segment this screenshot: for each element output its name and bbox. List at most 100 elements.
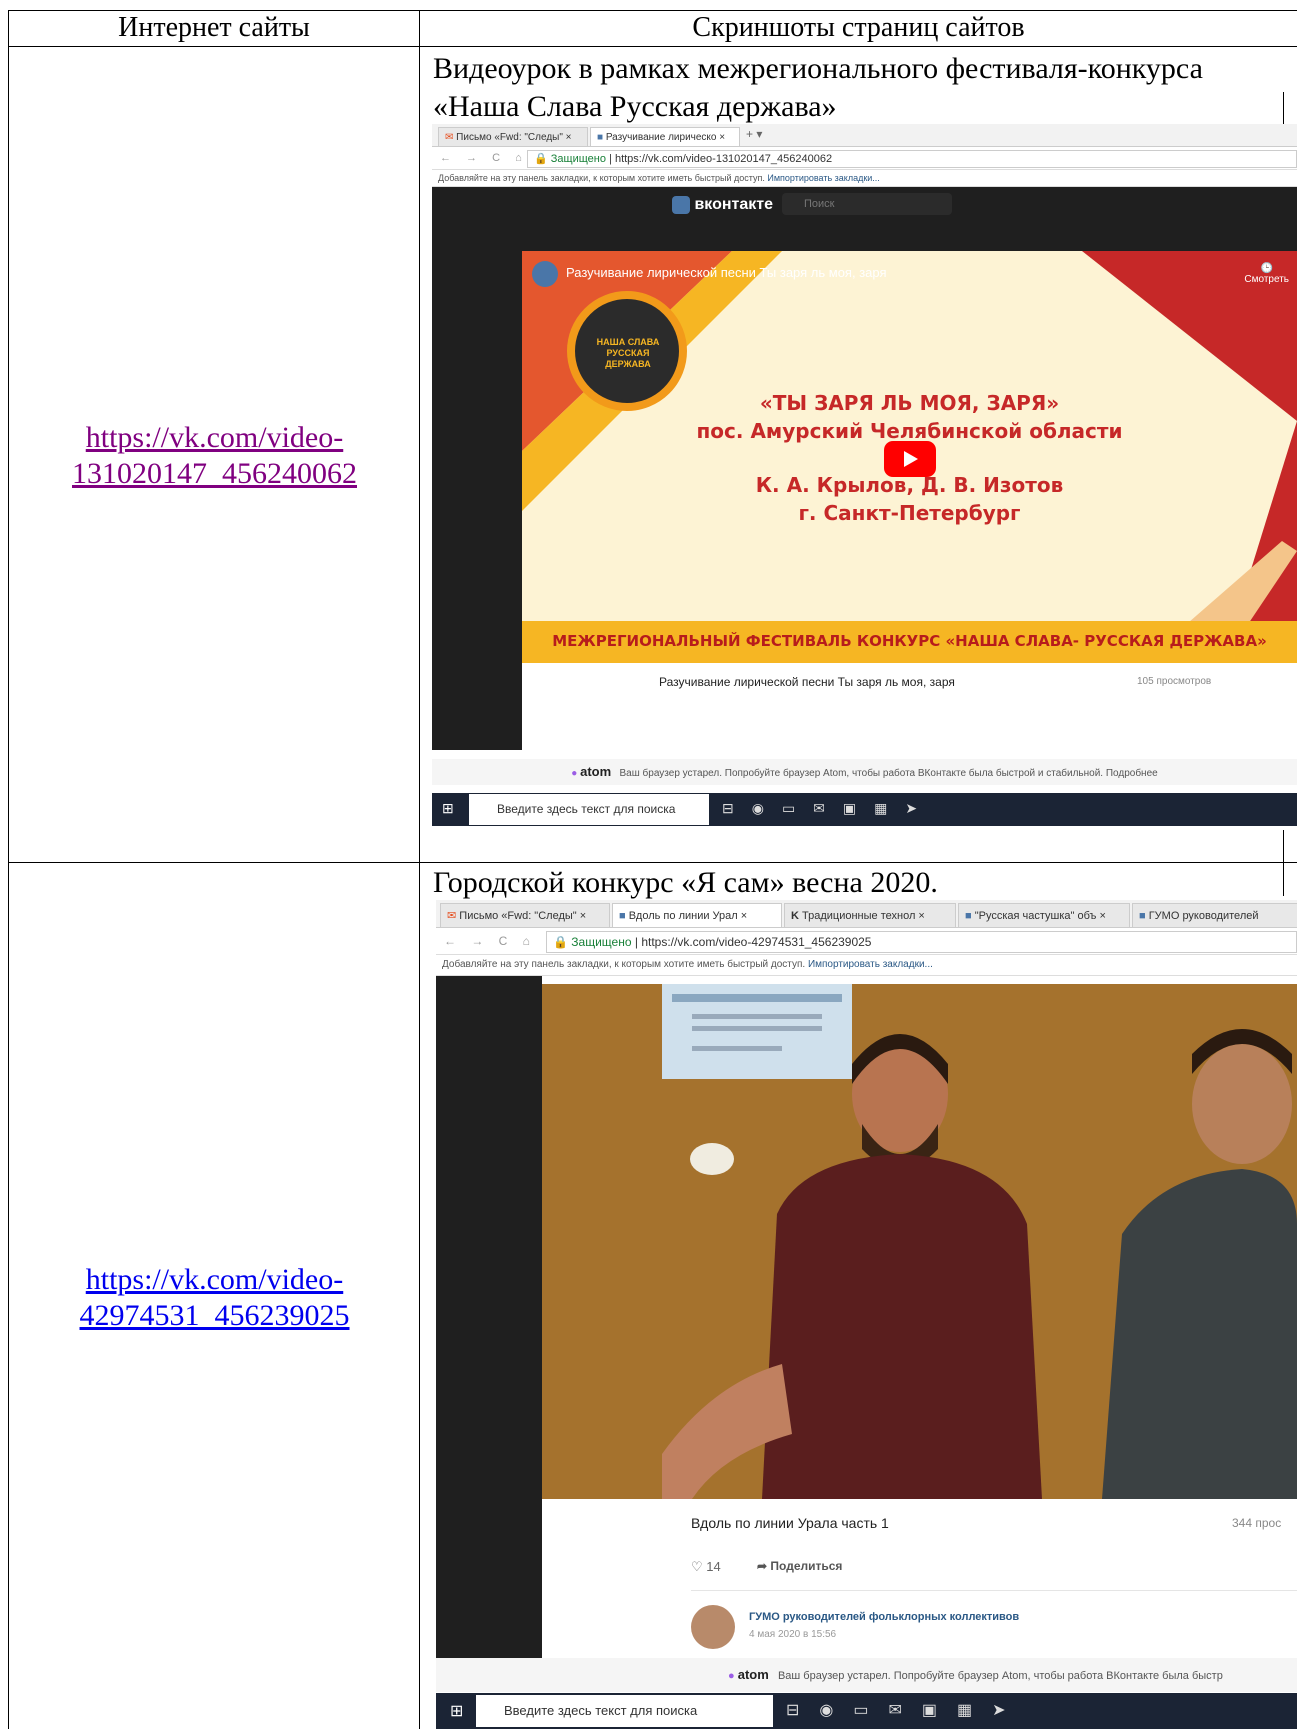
import-bookmarks-link[interactable]: Импортировать закладки... <box>767 173 879 183</box>
row1-link-cell: https://vk.com/video- 131020147_456240062 <box>9 420 420 492</box>
url-field[interactable]: 🔒 Защищено | https://vk.com/video-429745… <box>546 931 1297 953</box>
row2-caption: Городской конкурс «Я сам» весна 2020. <box>433 864 938 902</box>
vk-logo-icon <box>672 196 690 214</box>
vk-icon: ■ <box>1139 910 1146 922</box>
atom-logo: atom <box>580 764 612 779</box>
watch-later-button[interactable]: 🕒 Смотреть <box>1244 263 1289 285</box>
atom-icon: ● <box>571 768 578 779</box>
vk-search-placeholder: Поиск <box>804 198 835 210</box>
row1-link-line1: https://vk.com/video- <box>85 421 344 454</box>
play-button[interactable] <box>884 441 936 477</box>
vk-logo[interactable]: вконтакте <box>672 196 773 214</box>
mail-icon: ✉ <box>445 132 454 143</box>
vk-logo-text: вконтакте <box>694 196 773 214</box>
like-button[interactable]: ♡ 14 <box>691 1559 721 1575</box>
row2-caption-line1: Городской конкурс «Я сам» весна 2020. <box>433 866 938 899</box>
header-divider <box>8 46 1297 47</box>
tab-label: Письмо «Fwd: "Следы" <box>459 910 577 922</box>
author-name[interactable]: ГУМО руководителей фольклорных коллектив… <box>749 1611 1019 1623</box>
tab-video[interactable]: ■ Вдоль по линии Урал × <box>612 903 782 927</box>
vk-left-panel <box>436 976 542 1658</box>
atom-icon: ● <box>728 1670 735 1682</box>
atom-message[interactable]: Ваш браузер устарел. Попробуйте браузер … <box>778 1670 1223 1682</box>
row1-link[interactable]: https://vk.com/video- 131020147_456240062 <box>72 421 357 490</box>
tab-mail[interactable]: ✉ Письмо «Fwd: "Следы" × <box>440 903 610 927</box>
poster-city: г. Санкт-Петербург <box>798 501 1021 525</box>
video-player[interactable] <box>542 984 1297 1499</box>
tab-bar: ✉ Письмо «Fwd: "Следы" × ■ Разучивание л… <box>432 124 1297 147</box>
tab-bar: ✉ Письмо «Fwd: "Следы" × ■ Вдоль по лини… <box>436 900 1297 928</box>
taskbar-search-input[interactable]: Введите здесь текст для поиска <box>476 1695 773 1727</box>
tab-mail[interactable]: ✉ Письмо «Fwd: "Следы" × <box>438 127 588 146</box>
bookmarks-text: Добавляйте на эту панель закладки, к кот… <box>442 959 806 970</box>
post-date: 4 мая 2020 в 15:56 <box>749 1629 837 1640</box>
tab-kontur[interactable]: K Традиционные технол × <box>784 903 956 927</box>
windows-start-icon[interactable]: ⊞ <box>442 800 454 817</box>
caption-border <box>1283 830 1284 896</box>
tab-chastushka[interactable]: ■ "Русская частушка" объ × <box>958 903 1130 927</box>
row-divider <box>8 862 1297 863</box>
poster-banner: МЕЖРЕГИОНАЛЬНЫЙ ФЕСТИВАЛЬ КОНКУРС «НАША … <box>552 632 1267 650</box>
url-text: https://vk.com/video-131020147_456240062 <box>614 153 833 165</box>
tab-label: Вдоль по линии Урал <box>628 910 738 922</box>
secure-label: Защищено <box>571 935 632 949</box>
row2-link[interactable]: https://vk.com/video- 42974531_456239025 <box>80 1263 350 1332</box>
vk-icon: ■ <box>597 132 604 143</box>
video-info: Вдоль по линии Урала часть 1 344 прос ♡ … <box>542 1499 1297 1658</box>
tab-video[interactable]: ■ Разучивание лирическо × <box>590 127 740 146</box>
video-player[interactable]: Разучивание лирической песни Ты заря ль … <box>522 251 1297 663</box>
like-count: 14 <box>706 1559 721 1574</box>
divider <box>691 1590 1297 1591</box>
taskbar-app-icons[interactable]: ⊟◉▭✉▣▦➤ <box>786 1700 1026 1720</box>
windows-taskbar: ⊞ Введите здесь текст для поиска ⊟◉▭✉▣▦➤ <box>436 1693 1297 1729</box>
share-icon: ➦ <box>757 1559 768 1573</box>
video-title: Вдоль по линии Урала часть 1 <box>691 1515 889 1531</box>
author-avatar[interactable] <box>691 1605 735 1649</box>
share-button[interactable]: ➦ Поделиться <box>757 1559 842 1573</box>
url-field[interactable]: 🔒 Защищено | https://vk.com/video-131020… <box>527 150 1297 168</box>
import-bookmarks-link[interactable]: Импортировать закладки... <box>808 959 933 970</box>
view-count: 344 прос <box>1232 1516 1282 1530</box>
emblem-text: НАША СЛАВА РУССКАЯ ДЕРЖАВА <box>596 337 660 369</box>
screenshot-2: ✉ Письмо «Fwd: "Следы" × ■ Вдоль по лини… <box>436 900 1297 1729</box>
taskbar-search-input[interactable]: Введите здесь текст для поиска <box>469 794 709 825</box>
row1-caption: Видеоурок в рамках межрегионального фест… <box>433 50 1203 126</box>
bookmarks-bar: Добавляйте на эту панель закладки, к кот… <box>436 955 1297 976</box>
taskbar-search-placeholder: Введите здесь текст для поиска <box>504 1703 698 1718</box>
video-frame <box>542 984 1297 1499</box>
video-info: Разучивание лирической песни Ты заря ль … <box>522 663 1297 750</box>
atom-logo: atom <box>737 1667 769 1682</box>
play-icon <box>904 451 918 467</box>
atom-banner: ● atom Ваш браузер устарел. Попробуйте б… <box>432 759 1297 785</box>
tab-label: Разучивание лирическо <box>605 132 717 143</box>
lock-icon: 🔒 <box>553 935 568 949</box>
row1-link-line2: 131020147_456240062 <box>72 457 357 490</box>
caption-border <box>1283 92 1284 124</box>
atom-message[interactable]: Ваш браузер устарел. Попробуйте браузер … <box>620 768 1158 779</box>
tab-label: Письмо «Fwd: "Следы" <box>456 132 563 143</box>
bookmarks-bar: Добавляйте на эту панель закладки, к кот… <box>432 170 1297 187</box>
windows-start-icon[interactable]: ⊞ <box>450 1701 463 1721</box>
new-tab-button[interactable]: + ▾ <box>746 127 762 141</box>
taskbar-app-icons[interactable]: ⊟◉▭✉▣▦➤ <box>722 800 935 817</box>
nav-buttons[interactable]: ← → C ⌂ <box>444 928 536 954</box>
tab-gumo[interactable]: ■ ГУМО руководителей <box>1132 903 1297 927</box>
nav-buttons[interactable]: ← → C ⌂ <box>440 147 528 169</box>
row2-link-cell: https://vk.com/video- 42974531_456239025 <box>9 1262 420 1334</box>
heart-icon: ♡ <box>691 1559 703 1574</box>
channel-avatar[interactable] <box>532 261 558 287</box>
vk-icon: ■ <box>965 910 972 922</box>
header-sites: Интернет сайты <box>118 12 310 43</box>
windows-taskbar: ⊞ Введите здесь текст для поиска ⊟◉▭✉▣▦➤ <box>432 793 1297 826</box>
address-bar: ← → C ⌂ 🔒 Защищено | https://vk.com/vide… <box>432 147 1297 170</box>
lock-icon: 🔒 <box>534 153 548 165</box>
column-divider <box>419 10 420 1729</box>
atom-banner: ● atom Ваш браузер устарел. Попробуйте б… <box>436 1658 1297 1692</box>
vk-search-input[interactable]: Поиск <box>782 193 952 215</box>
address-bar: ← → C ⌂ 🔒 Защищено | https://vk.com/vide… <box>436 928 1297 955</box>
view-count: 105 просмотров <box>1137 676 1212 687</box>
row1-caption-line1: Видеоурок в рамках межрегионального фест… <box>433 52 1203 85</box>
video-overlay-title: Разучивание лирической песни Ты заря ль … <box>566 265 887 280</box>
taskbar-search-placeholder: Введите здесь текст для поиска <box>497 802 676 816</box>
header-screenshots: Скриншоты страниц сайтов <box>692 12 1025 43</box>
